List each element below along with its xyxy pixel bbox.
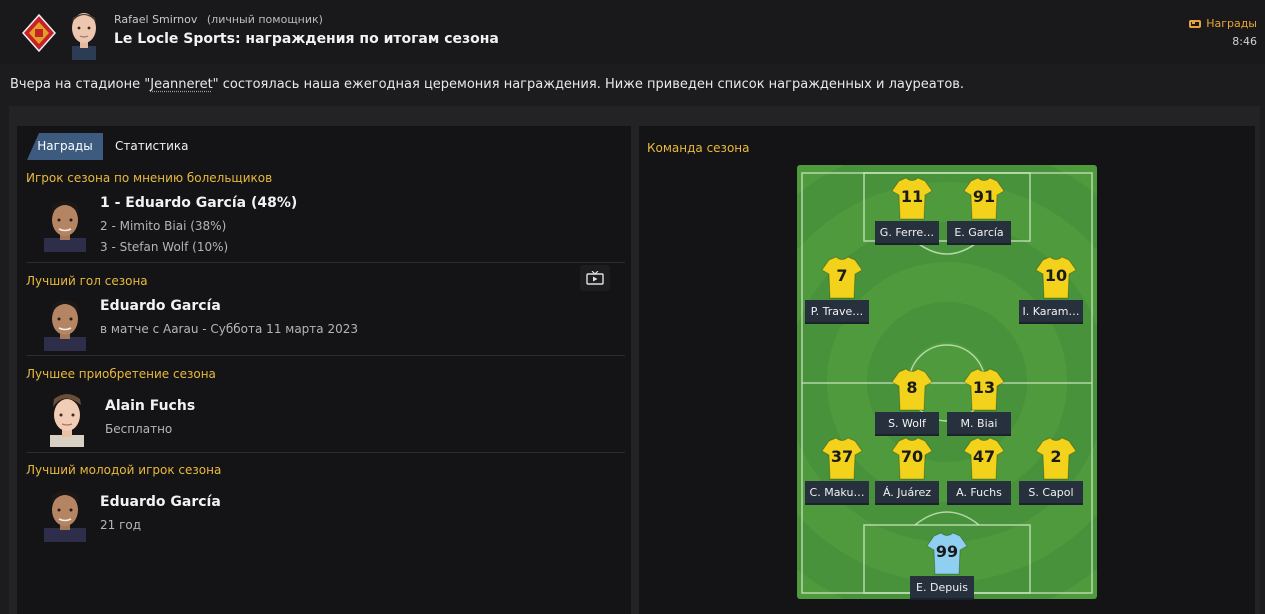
- shirt-number: 11: [900, 187, 924, 206]
- pitch-player[interactable]: 2 S. Capol: [1019, 437, 1093, 509]
- intro-before: Вчера на стадионе ": [10, 77, 151, 92]
- shirt-number: 99: [935, 542, 959, 561]
- category-tag[interactable]: Награды: [1189, 17, 1257, 30]
- best-young-name[interactable]: Eduardo García: [100, 494, 221, 510]
- team-of-season-title: Команда сезона: [647, 141, 750, 155]
- tag-icon: [1189, 19, 1202, 28]
- tag-label: Награды: [1206, 17, 1257, 30]
- shirt-number: 91: [972, 187, 996, 206]
- fans-player-winner[interactable]: 1 - Eduardo García (48%): [100, 195, 297, 211]
- sender-role: (личный помощник): [206, 13, 323, 26]
- shirt-number: 7: [836, 266, 848, 285]
- player-name: M. Biai: [947, 412, 1011, 436]
- pitch-player[interactable]: 11 G. Ferre…: [875, 177, 949, 249]
- player-face-garcia[interactable]: [38, 293, 92, 351]
- best-signing-detail: Бесплатно: [105, 422, 173, 436]
- player-name: S. Capol: [1019, 481, 1083, 505]
- sender-name[interactable]: Rafael Smirnov: [114, 13, 197, 26]
- shirt-number: 37: [830, 447, 854, 466]
- message-time: 8:46: [1232, 35, 1257, 48]
- pitch-player[interactable]: 13 M. Biai: [947, 368, 1021, 440]
- tv-play-icon: [586, 271, 604, 285]
- player-name: E. Depuis: [910, 576, 974, 600]
- player-face-garcia[interactable]: [38, 194, 92, 252]
- divider: [26, 452, 625, 453]
- player-face-garcia[interactable]: [38, 484, 92, 542]
- sender-avatar: [72, 13, 96, 60]
- player-name: I. Karam…: [1019, 300, 1083, 324]
- best-goal-name[interactable]: Eduardo García: [100, 298, 221, 314]
- stadium-link[interactable]: Jeanneret: [150, 77, 212, 92]
- pitch-player[interactable]: 70 Á. Juárez: [875, 437, 949, 509]
- player-name: Á. Juárez: [875, 481, 939, 505]
- pitch-player[interactable]: 99 E. Depuis: [910, 532, 984, 604]
- pitch-player[interactable]: 7 P. Trave…: [805, 256, 879, 328]
- tab-statistics[interactable]: Статистика: [115, 133, 189, 160]
- shirt-number: 13: [972, 378, 996, 397]
- shirt-number: 47: [972, 447, 996, 466]
- message-subject: Le Locle Sports: награждения по итогам с…: [114, 31, 499, 47]
- best-goal-detail[interactable]: в матче с Aarau - Суббота 11 марта 2023: [100, 322, 358, 336]
- pitch-player[interactable]: 10 I. Karam…: [1019, 256, 1093, 328]
- best-goal-title: Лучший гол сезона: [26, 274, 148, 288]
- divider: [26, 262, 625, 263]
- player-name: G. Ferre…: [875, 221, 939, 245]
- tab-awards[interactable]: Награды: [27, 133, 103, 160]
- player-face-fuchs[interactable]: [40, 389, 94, 447]
- pitch-player[interactable]: 47 A. Fuchs: [947, 437, 1021, 509]
- intro-text: Вчера на стадионе "Jeanneret" состоялась…: [10, 77, 964, 92]
- fans-player-third[interactable]: 3 - Stefan Wolf (10%): [100, 240, 228, 254]
- player-name: A. Fuchs: [947, 481, 1011, 505]
- best-young-detail: 21 год: [100, 518, 142, 532]
- intro-after: " состоялась наша ежегодная церемония на…: [212, 77, 965, 92]
- fans-player-title: Игрок сезона по мнению болельщиков: [26, 171, 273, 185]
- divider: [26, 355, 625, 356]
- pitch-player[interactable]: 91 E. García: [947, 177, 1021, 249]
- message-header: Rafael Smirnov (личный помощник) Le Locl…: [0, 0, 1265, 64]
- club-badge-icon: [22, 14, 56, 52]
- fans-player-second[interactable]: 2 - Mimito Biai (38%): [100, 219, 226, 233]
- shirt-number: 2: [1050, 447, 1062, 466]
- shirt-number: 8: [906, 378, 918, 397]
- shirt-number: 10: [1044, 266, 1068, 285]
- player-name: S. Wolf: [875, 412, 939, 436]
- pitch-player[interactable]: 8 S. Wolf: [875, 368, 949, 440]
- pitch-player[interactable]: 37 C. Maku…: [805, 437, 879, 509]
- shirt-number: 70: [900, 447, 924, 466]
- best-signing-title: Лучшее приобретение сезона: [26, 367, 216, 381]
- watch-goal-button[interactable]: [580, 265, 610, 291]
- best-signing-name[interactable]: Alain Fuchs: [105, 398, 195, 414]
- player-name: P. Trave…: [805, 300, 869, 324]
- player-name: E. García: [947, 221, 1011, 245]
- best-young-title: Лучший молодой игрок сезона: [26, 463, 222, 477]
- player-name: C. Maku…: [805, 481, 869, 505]
- sender-line: Rafael Smirnov (личный помощник): [114, 13, 323, 26]
